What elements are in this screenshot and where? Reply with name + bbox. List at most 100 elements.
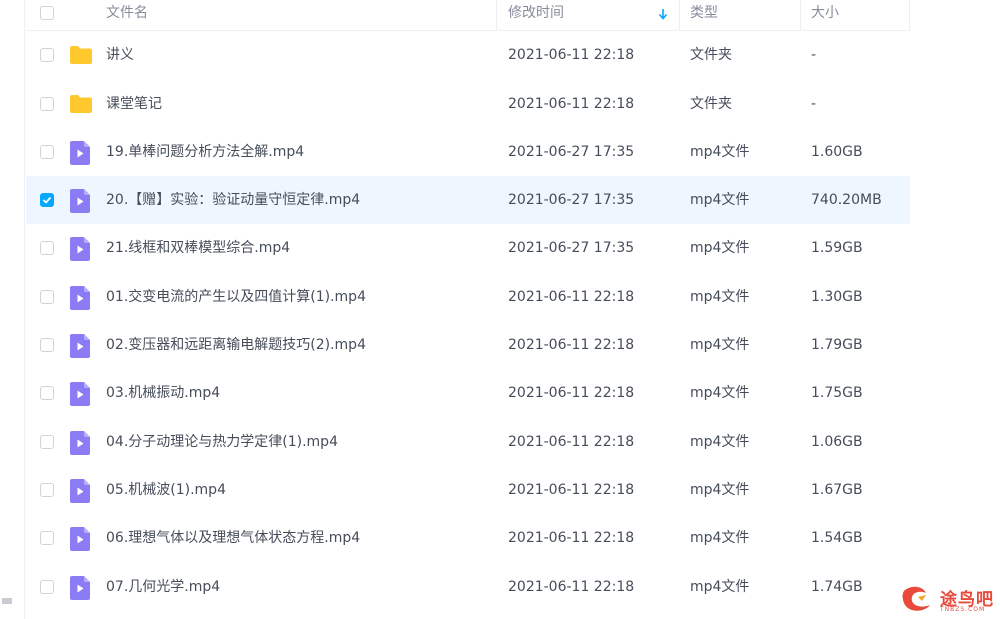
row-checkbox[interactable] [40, 579, 54, 594]
video-file-icon [70, 478, 90, 507]
file-size: 1.54GB [811, 530, 863, 547]
file-row[interactable]: 19.单棒问题分析方法全解.mp4 2021-06-27 17:35 mp4文件 1.… [26, 128, 910, 176]
file-size: 1.59GB [811, 240, 863, 257]
column-divider[interactable] [800, 0, 801, 30]
file-row[interactable]: 01.交变电流的产生以及四值计算(1).mp4 2021-06-11 22:18 m… [26, 273, 910, 321]
file-type: mp4文件 [690, 240, 750, 257]
file-name[interactable]: 课堂笔记 [106, 80, 162, 128]
modified-time: 2021-06-27 17:35 [508, 143, 635, 160]
video-file-icon [70, 237, 90, 265]
row-checkbox[interactable] [40, 193, 54, 208]
file-row[interactable]: 07.几何光学.mp4 2021-06-11 22:18 mp4文件 1.74GB [26, 563, 910, 611]
row-checkbox[interactable] [40, 434, 54, 449]
column-header-time[interactable]: 修改时间 [508, 0, 564, 30]
sort-descending-icon[interactable] [658, 8, 668, 20]
watermark-logo: 途鸟吧 TNBZS.COM [900, 583, 994, 617]
table-header: 文件名 修改时间 类型 大小 [26, 0, 910, 31]
modified-time: 2021-06-11 22:18 [508, 95, 635, 112]
video-file-icon [70, 575, 90, 604]
row-checkbox[interactable] [40, 289, 54, 304]
file-type: mp4文件 [690, 481, 750, 498]
folder-icon [70, 46, 92, 68]
file-size: - [811, 47, 817, 64]
row-checkbox[interactable] [40, 144, 54, 159]
file-type: 文件夹 [690, 95, 732, 112]
file-list-view: 文件名 修改时间 类型 大小 讲义 2021-06-11 22:18 文件夹 - 课堂笔… [0, 0, 1000, 619]
file-size: 1.06GB [811, 433, 863, 450]
file-size: 1.74GB [811, 578, 863, 595]
column-header-size[interactable]: 大小 [811, 0, 839, 30]
file-name[interactable]: 21.线框和双棒模型综合.mp4 [106, 224, 290, 272]
file-name[interactable]: 讲义 [106, 31, 134, 79]
file-type: mp4文件 [690, 530, 750, 547]
file-size: 1.79GB [811, 337, 863, 354]
file-size: - [811, 95, 817, 112]
file-name[interactable]: 20.【赠】实验：验证动量守恒定律.mp4 [106, 176, 360, 224]
bird-logo-icon [902, 586, 930, 611]
modified-time: 2021-06-11 22:18 [508, 530, 635, 547]
row-checkbox[interactable] [40, 48, 54, 63]
file-type: mp4文件 [690, 288, 750, 305]
file-type: mp4文件 [690, 337, 750, 354]
file-row[interactable]: 21.线框和双棒模型综合.mp4 2021-06-27 17:35 mp4文件 1.5… [26, 224, 910, 272]
row-checkbox[interactable] [40, 338, 54, 353]
folder-icon [70, 94, 92, 117]
modified-time: 2021-06-11 22:18 [508, 385, 635, 402]
file-type: mp4文件 [690, 385, 750, 402]
select-all-checkbox[interactable] [40, 6, 54, 20]
file-row[interactable]: 课堂笔记 2021-06-11 22:18 文件夹 - [26, 80, 910, 128]
row-checkbox[interactable] [40, 482, 54, 497]
file-name[interactable]: 05.机械波(1).mp4 [106, 466, 226, 514]
file-type: mp4文件 [690, 143, 750, 160]
row-checkbox[interactable] [40, 96, 54, 111]
file-row[interactable]: 03.机械振动.mp4 2021-06-11 22:18 mp4文件 1.75GB [26, 369, 910, 417]
video-file-icon [70, 285, 90, 314]
file-type: 文件夹 [690, 47, 732, 64]
file-type: mp4文件 [690, 433, 750, 450]
scrollbar-thumb[interactable] [2, 598, 12, 604]
file-size: 1.67GB [811, 481, 863, 498]
file-name[interactable]: 02.变压器和远距离输电解题技巧(2).mp4 [106, 321, 366, 369]
file-name[interactable]: 06.理想气体以及理想气体状态方程.mp4 [106, 514, 360, 562]
file-size: 1.75GB [811, 385, 863, 402]
file-name[interactable]: 01.交变电流的产生以及四值计算(1).mp4 [106, 273, 366, 321]
left-panel-edge [0, 0, 25, 619]
modified-time: 2021-06-11 22:18 [508, 337, 635, 354]
modified-time: 2021-06-11 22:18 [508, 433, 635, 450]
video-file-icon [70, 527, 90, 555]
file-name[interactable]: 19.单棒问题分析方法全解.mp4 [106, 128, 304, 176]
video-file-icon [70, 430, 90, 459]
file-row[interactable]: 讲义 2021-06-11 22:18 文件夹 - [26, 31, 910, 79]
file-row[interactable]: 05.机械波(1).mp4 2021-06-11 22:18 mp4文件 1.67GB [26, 466, 910, 514]
video-file-icon [70, 189, 90, 217]
watermark-subtext: TNBZS.COM [940, 606, 986, 613]
file-row[interactable]: 20.【赠】实验：验证动量守恒定律.mp4 2021-06-27 17:35 mp4… [26, 176, 910, 225]
file-row[interactable]: 04.分子动理论与热力学定律(1).mp4 2021-06-11 22:18 mp4… [26, 418, 910, 466]
file-size: 1.30GB [811, 288, 863, 305]
file-type: mp4文件 [690, 192, 750, 209]
row-checkbox[interactable] [40, 386, 54, 401]
modified-time: 2021-06-11 22:18 [508, 578, 635, 595]
file-name[interactable]: 04.分子动理论与热力学定律(1).mp4 [106, 418, 338, 466]
column-header-type[interactable]: 类型 [690, 0, 718, 30]
file-rows: 讲义 2021-06-11 22:18 文件夹 - 课堂笔记 2021-06-11 22:… [26, 31, 910, 610]
column-divider [909, 0, 910, 30]
file-table: 文件名 修改时间 类型 大小 讲义 2021-06-11 22:18 文件夹 - 课堂笔… [26, 0, 910, 611]
file-name[interactable]: 03.机械振动.mp4 [106, 369, 220, 417]
row-checkbox[interactable] [40, 241, 54, 256]
column-divider[interactable] [679, 0, 680, 30]
row-checkbox[interactable] [40, 531, 54, 546]
video-file-icon [70, 140, 90, 169]
modified-time: 2021-06-11 22:18 [508, 47, 635, 64]
video-file-icon [70, 334, 90, 362]
file-row[interactable]: 02.变压器和远距离输电解题技巧(2).mp4 2021-06-11 22:18 m… [26, 321, 910, 369]
file-size: 1.60GB [811, 143, 863, 160]
file-name[interactable]: 07.几何光学.mp4 [106, 563, 220, 611]
file-row[interactable]: 06.理想气体以及理想气体状态方程.mp4 2021-06-11 22:18 mp4… [26, 514, 910, 562]
modified-time: 2021-06-11 22:18 [508, 288, 635, 305]
column-divider[interactable] [496, 0, 497, 30]
modified-time: 2021-06-27 17:35 [508, 192, 635, 209]
video-file-icon [70, 382, 90, 410]
column-header-name[interactable]: 文件名 [106, 0, 148, 30]
file-size: 740.20MB [811, 192, 882, 209]
